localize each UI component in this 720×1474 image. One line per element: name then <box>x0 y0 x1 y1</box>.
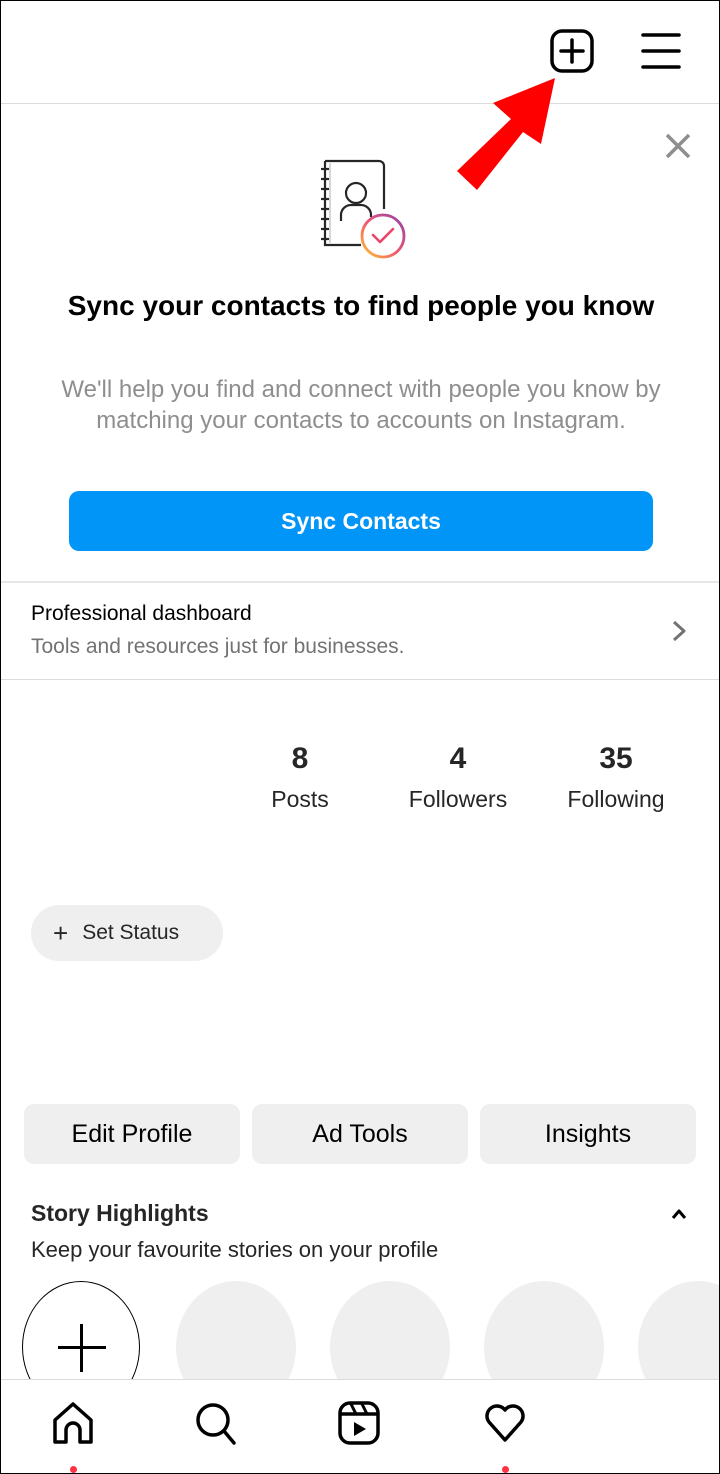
posts-count: 8 <box>291 742 309 775</box>
reels-icon <box>338 1401 380 1445</box>
nav-search[interactable] <box>186 1398 246 1458</box>
heart-icon <box>485 1404 525 1442</box>
dashboard-subtitle: Tools and resources just for businesses. <box>31 635 405 658</box>
sync-card-description: We'll help you find and connect with peo… <box>61 376 661 434</box>
set-status-button[interactable]: + Set Status <box>31 905 223 961</box>
ad-tools-button[interactable]: Ad Tools <box>252 1104 468 1164</box>
close-sync-card-button[interactable] <box>661 129 695 163</box>
plus-square-icon <box>550 29 594 73</box>
nav-profile[interactable] <box>621 1398 681 1458</box>
dashboard-title: Professional dashboard <box>31 602 252 625</box>
set-status-label: Set Status <box>82 921 180 944</box>
contact-book-check-icon <box>321 159 406 259</box>
plus-icon: + <box>53 918 69 948</box>
sync-contacts-button[interactable]: Sync Contacts <box>69 491 653 551</box>
nav-home[interactable] <box>43 1398 103 1473</box>
following-label: Following <box>567 786 665 812</box>
sync-card-title: Sync your contacts to find people you kn… <box>67 290 655 321</box>
stat-posts[interactable]: 8 Posts <box>230 739 370 819</box>
followers-count: 4 <box>449 742 467 775</box>
story-highlights-subtitle: Keep your favourite stories on your prof… <box>31 1237 439 1262</box>
menu-button[interactable] <box>639 28 683 74</box>
stat-followers[interactable]: 4 Followers <box>388 739 528 819</box>
instagram-profile-screen: Sync your contacts to find people you kn… <box>0 0 720 1474</box>
followers-label: Followers <box>408 786 508 812</box>
close-icon <box>665 133 691 159</box>
nav-activity[interactable] <box>475 1398 535 1473</box>
search-icon <box>196 1403 236 1445</box>
section-divider <box>1 679 719 680</box>
story-highlights-title: Story Highlights <box>31 1200 209 1226</box>
following-count: 35 <box>599 742 633 775</box>
notification-dot <box>502 1466 509 1473</box>
edit-profile-button[interactable]: Edit Profile <box>24 1104 240 1164</box>
chevron-right-icon <box>672 620 686 642</box>
posts-label: Posts <box>271 786 329 812</box>
home-icon <box>53 1402 93 1444</box>
insights-button[interactable]: Insights <box>480 1104 696 1164</box>
nav-reels[interactable] <box>329 1398 389 1458</box>
chevron-up-icon[interactable] <box>667 1204 691 1224</box>
hamburger-menu-icon <box>641 33 681 69</box>
professional-dashboard-row[interactable]: Professional dashboard Tools and resourc… <box>1 583 719 679</box>
new-post-button[interactable] <box>549 28 595 74</box>
stat-following[interactable]: 35 Following <box>546 739 686 819</box>
top-bar <box>1 1 719 104</box>
bottom-navigation <box>1 1379 719 1473</box>
notification-dot <box>70 1466 77 1473</box>
